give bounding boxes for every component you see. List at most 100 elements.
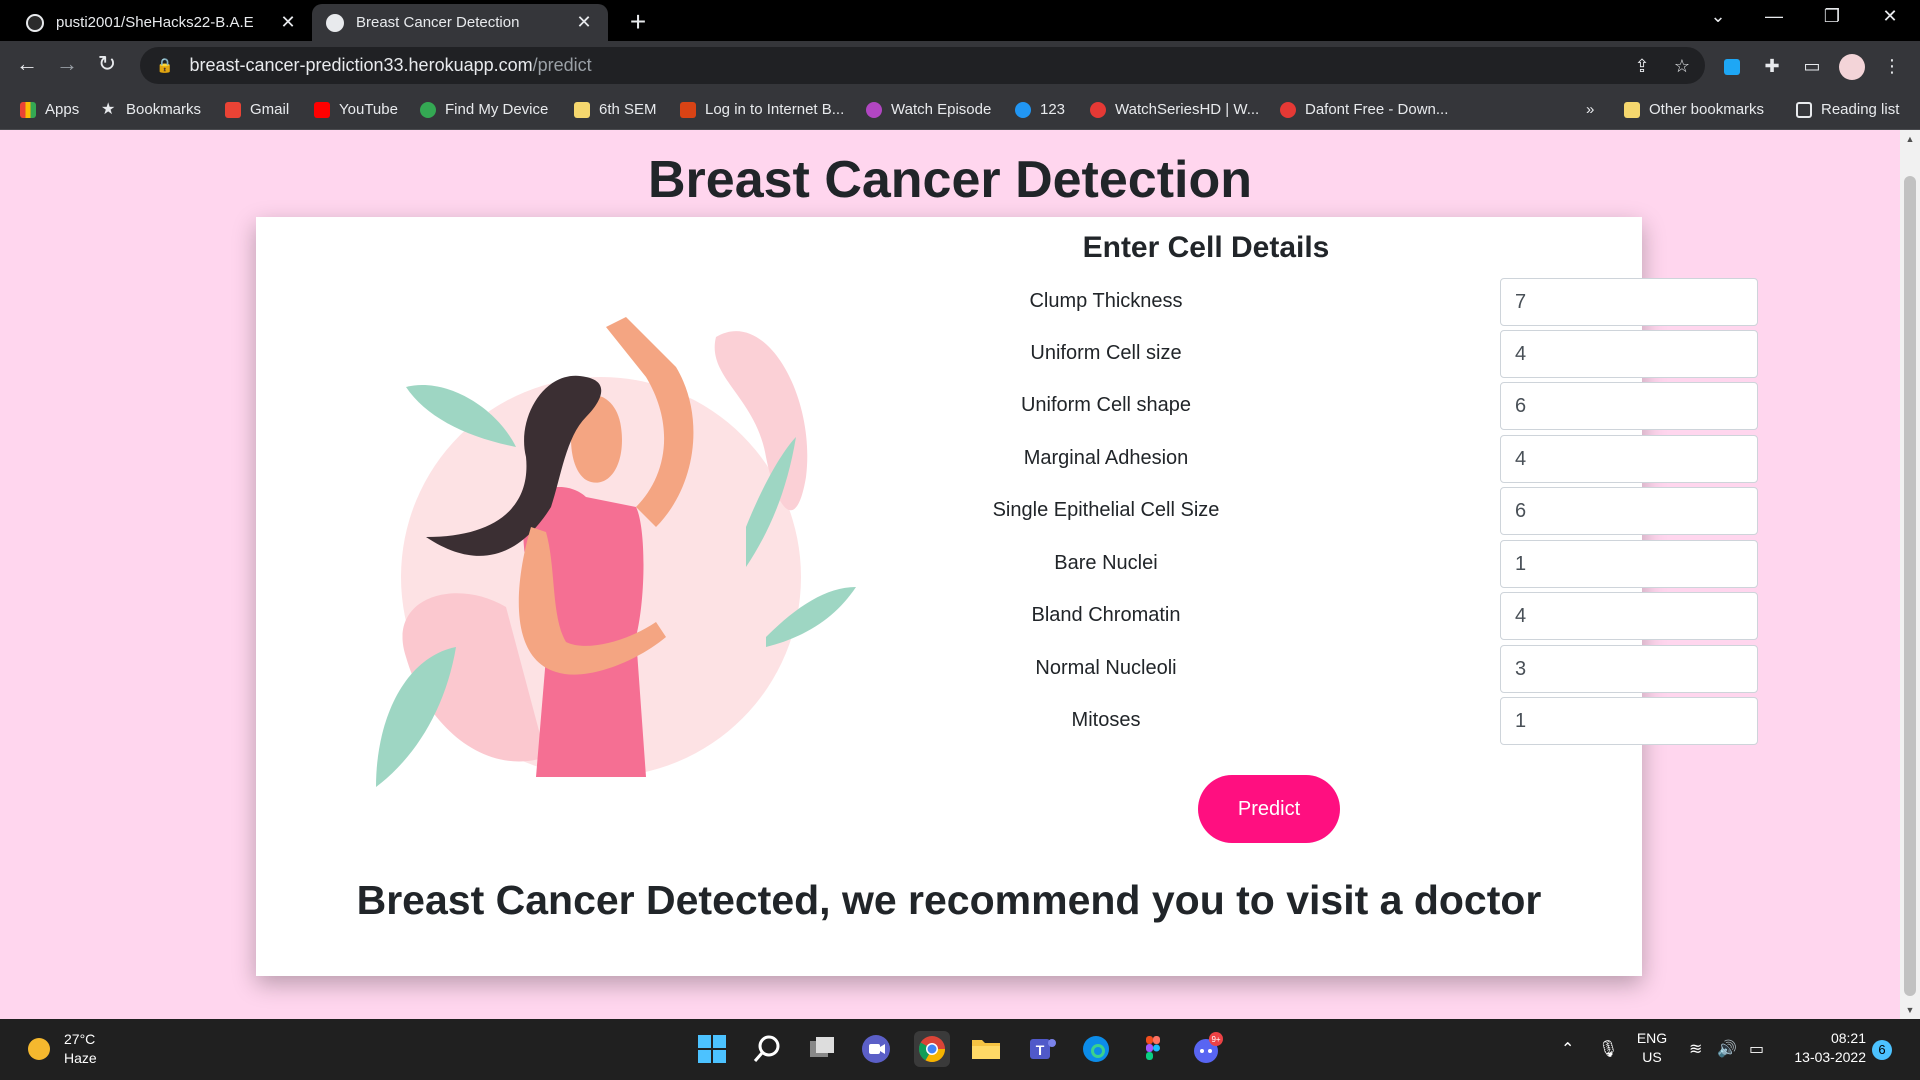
bookmark-label: 6th SEM <box>599 101 657 118</box>
weather-widget[interactable]: 27°C Haze <box>28 1030 97 1068</box>
reading-list-icon <box>1796 101 1812 118</box>
bookmark-star-icon[interactable]: ☆ <box>1668 52 1696 80</box>
language-region: US <box>1642 1049 1662 1065</box>
marginal-adhesion-input[interactable]: 4 <box>1500 435 1758 483</box>
reading-list-button[interactable]: Reading list <box>1796 101 1899 118</box>
close-window-icon[interactable]: ✕ <box>1870 6 1910 27</box>
forward-arrow-icon[interactable]: → <box>52 51 82 77</box>
search-icon[interactable] <box>750 1031 786 1067</box>
bookmark-apps[interactable]: Apps <box>20 101 79 118</box>
field-label: Bland Chromatin <box>1031 604 1181 626</box>
profile-avatar[interactable] <box>1838 52 1866 81</box>
form-card: Enter Cell Details Clump Thickness 7 Uni… <box>256 217 1758 976</box>
bookmark-label: Gmail <box>250 101 290 118</box>
mitoses-input[interactable]: 1 <box>1500 697 1758 745</box>
teams-chat-icon[interactable] <box>858 1031 894 1067</box>
single-epithelial-cell-size-input[interactable]: 6 <box>1500 487 1758 535</box>
extension-app-icon[interactable] <box>1718 52 1746 80</box>
windows-start-icon[interactable] <box>694 1031 730 1067</box>
weather-temperature: 27°C <box>64 1031 96 1047</box>
bookmarks-bar: Apps ★ Bookmarks Gmail YouTube Find My De… <box>0 91 1920 130</box>
bookmark-label: Other bookmarks <box>1649 101 1765 118</box>
bare-nuclei-input[interactable]: 1 <box>1500 540 1758 588</box>
bookmark-youtube[interactable]: YouTube <box>314 101 398 118</box>
bookmark-label: Log in to Internet B... <box>705 101 845 118</box>
extensions-puzzle-icon[interactable]: ✚ <box>1758 52 1786 80</box>
bookmark-123[interactable]: 123 <box>1015 101 1065 118</box>
play-circle-icon <box>1015 101 1031 118</box>
field-bland-chromatin: Bland Chromatin 4 <box>976 592 1758 640</box>
volume-icon[interactable]: 🔊 <box>1717 1039 1737 1059</box>
field-label: Uniform Cell shape <box>1020 394 1192 416</box>
page-scrollbar[interactable]: ▲ ▼ <box>1900 130 1920 1019</box>
close-tab-icon[interactable]: ✕ <box>278 12 298 33</box>
sun-haze-icon <box>28 1038 50 1060</box>
woman-self-exam-illustration <box>376 317 856 787</box>
bookmark-watch-episode[interactable]: Watch Episode <box>866 101 991 118</box>
normal-nucleoli-input[interactable]: 3 <box>1500 645 1758 693</box>
prediction-result: Breast Cancer Detected, we recommend you… <box>356 877 1542 923</box>
field-label: Single Epithelial Cell Size <box>992 499 1220 521</box>
reload-icon[interactable]: ↻ <box>92 51 122 77</box>
notification-count-badge[interactable]: 6 <box>1872 1040 1892 1060</box>
tab-github[interactable]: pusti2001/SheHacks22-B.A.E ✕ <box>12 4 312 41</box>
field-label: Marginal Adhesion <box>1023 447 1189 469</box>
figma-icon[interactable] <box>1134 1031 1170 1067</box>
battery-icon[interactable]: ▭ <box>1749 1039 1764 1059</box>
clump-thickness-input[interactable]: 7 <box>1500 278 1758 326</box>
file-explorer-icon[interactable] <box>968 1031 1004 1067</box>
dafont-icon <box>1280 101 1296 118</box>
scroll-down-arrow-icon[interactable]: ▼ <box>1900 1005 1920 1015</box>
microphone-icon[interactable]: 🎙 <box>1598 1039 1618 1059</box>
new-tab-plus-icon[interactable]: + <box>624 6 652 38</box>
scroll-up-arrow-icon[interactable]: ▲ <box>1900 134 1920 144</box>
address-bar[interactable]: 🔒 breast-cancer-prediction33.herokuapp.c… <box>140 47 1705 84</box>
bookmark-label: 123 <box>1040 101 1066 118</box>
bookmark-bookmarks[interactable]: ★ Bookmarks <box>101 101 201 118</box>
svg-text:T: T <box>1036 1042 1045 1058</box>
wifi-icon[interactable]: ≋ <box>1689 1039 1702 1059</box>
task-view-icon[interactable] <box>804 1031 840 1067</box>
play-icon <box>866 101 882 118</box>
uniform-cell-shape-input[interactable]: 6 <box>1500 382 1758 430</box>
field-label: Uniform Cell size <box>1030 342 1182 364</box>
discord-icon[interactable]: 9+ <box>1188 1031 1224 1067</box>
field-label: Normal Nucleoli <box>1035 657 1177 679</box>
bookmark-internet-banking[interactable]: Log in to Internet B... <box>680 101 844 118</box>
cast-icon[interactable]: ▭ <box>1798 52 1826 80</box>
scrollbar-thumb[interactable] <box>1904 176 1916 996</box>
bookmark-find-my-device[interactable]: Find My Device <box>420 101 548 118</box>
chrome-icon[interactable] <box>914 1031 950 1067</box>
field-clump-thickness: Clump Thickness 7 <box>976 278 1758 326</box>
bookmark-dafont[interactable]: Dafont Free - Down... <box>1280 101 1448 118</box>
close-tab-icon[interactable]: ✕ <box>574 12 594 33</box>
bland-chromatin-input[interactable]: 4 <box>1500 592 1758 640</box>
bookmark-label: Dafont Free - Down... <box>1305 101 1449 118</box>
uniform-cell-size-input[interactable]: 4 <box>1500 330 1758 378</box>
bookmark-6th-sem[interactable]: 6th SEM <box>574 101 657 118</box>
weather-description: Haze <box>64 1050 97 1066</box>
bookmark-watchserieshd[interactable]: WatchSeriesHD | W... <box>1090 101 1259 118</box>
bookmarks-overflow-chevron[interactable]: » <box>1586 101 1594 118</box>
menu-dots-icon[interactable]: ⋮ <box>1878 52 1906 80</box>
find-my-device-icon <box>420 101 436 118</box>
restore-icon[interactable]: ❐ <box>1812 6 1852 27</box>
tab-title: Breast Cancer Detection <box>356 14 520 31</box>
bookmark-gmail[interactable]: Gmail <box>225 101 289 118</box>
language-code: ENG <box>1636 1030 1668 1046</box>
minimize-icon[interactable]: — <box>1754 6 1794 27</box>
predict-button[interactable]: Predict <box>1198 775 1340 843</box>
tab-breast-cancer-detection[interactable]: Breast Cancer Detection ✕ <box>312 4 608 41</box>
show-hidden-icons-chevron[interactable]: ⌃ <box>1561 1039 1574 1059</box>
tab-strip: pusti2001/SheHacks22-B.A.E ✕ Breast Canc… <box>0 0 1920 41</box>
microsoft-teams-icon[interactable]: T <box>1024 1031 1060 1067</box>
back-arrow-icon[interactable]: ← <box>12 51 42 77</box>
clock[interactable]: 08:21 13-03-2022 <box>1784 1029 1866 1067</box>
bookmark-other-bookmarks[interactable]: Other bookmarks <box>1624 101 1764 118</box>
input-language[interactable]: ENG US <box>1630 1029 1674 1067</box>
field-uniform-cell-size: Uniform Cell size 4 <box>976 330 1758 378</box>
edge-icon[interactable] <box>1078 1031 1114 1067</box>
github-icon <box>26 13 44 32</box>
tab-search-chevron-icon[interactable]: ⌄ <box>1698 6 1738 27</box>
share-icon[interactable]: ⇪ <box>1628 52 1656 80</box>
